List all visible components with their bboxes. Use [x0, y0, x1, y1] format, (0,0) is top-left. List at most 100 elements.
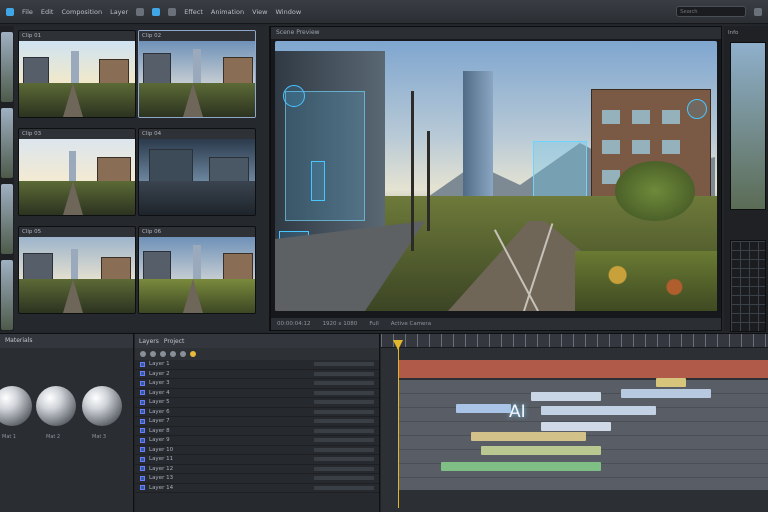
visibility-checkbox[interactable]: [140, 466, 145, 472]
toggle-icon[interactable]: [160, 351, 166, 357]
timeline-clip[interactable]: [531, 392, 601, 401]
search-input[interactable]: [676, 6, 746, 17]
visibility-checkbox[interactable]: [140, 399, 145, 405]
timecode-readout: 00:00:04:12: [277, 321, 311, 327]
visibility-checkbox[interactable]: [140, 380, 145, 386]
mini-thumb[interactable]: [1, 108, 13, 178]
layer-row[interactable]: Layer 13: [135, 474, 379, 484]
viewer-title: Scene Preview: [271, 27, 721, 39]
visibility-checkbox[interactable]: [140, 418, 145, 424]
grid-preview[interactable]: [730, 240, 766, 332]
menu-composition[interactable]: Composition: [61, 8, 102, 16]
app-icon[interactable]: [6, 7, 14, 16]
timeline-clip[interactable]: [541, 422, 611, 431]
tab-project[interactable]: Project: [164, 338, 185, 345]
timeline-clip[interactable]: [441, 462, 601, 471]
menu-effect[interactable]: Effect: [184, 8, 203, 16]
visibility-checkbox[interactable]: [140, 390, 145, 396]
material-sphere[interactable]: [0, 386, 32, 426]
tool-select-icon[interactable]: [136, 7, 145, 16]
layer-bar: [314, 409, 374, 414]
menu-edit[interactable]: Edit: [41, 8, 54, 16]
timeline-clip[interactable]: [481, 446, 601, 455]
layer-name: Layer 5: [149, 399, 170, 406]
material-sphere[interactable]: [36, 386, 76, 426]
settings-icon[interactable]: [754, 7, 762, 16]
layer-row[interactable]: Layer 8: [135, 427, 379, 436]
visibility-checkbox[interactable]: [140, 371, 145, 377]
timeline-ruler[interactable]: [381, 334, 768, 348]
mini-thumb[interactable]: [1, 184, 13, 254]
ai-overlay-label: AI: [509, 402, 526, 422]
layer-name: Layer 10: [149, 446, 174, 453]
thumbnail-card[interactable]: Clip 03: [18, 128, 136, 216]
layer-row[interactable]: Layer 7: [135, 417, 379, 427]
visibility-checkbox[interactable]: [140, 485, 145, 491]
camera-readout[interactable]: Active Camera: [391, 318, 431, 330]
menu-view[interactable]: View: [252, 8, 267, 16]
tool-move-icon[interactable]: [152, 7, 161, 16]
thumbnail-caption: Clip 02: [139, 31, 255, 41]
layer-name: Layer 9: [149, 437, 170, 444]
quality-readout[interactable]: Full: [369, 318, 378, 330]
layer-row[interactable]: Layer 5: [135, 398, 379, 408]
timeline-clip[interactable]: [541, 406, 656, 415]
layer-row[interactable]: Layer 9: [135, 436, 379, 446]
keyframe-icon[interactable]: [190, 351, 196, 357]
visibility-checkbox[interactable]: [140, 456, 145, 462]
layer-name: Layer 2: [149, 370, 170, 377]
toggle-icon[interactable]: [140, 351, 146, 357]
toggle-icon[interactable]: [150, 351, 156, 357]
thumbnail-caption: Clip 06: [139, 227, 255, 237]
thumbnail-image: [139, 41, 255, 117]
layer-row[interactable]: Layer 12: [135, 465, 379, 474]
resolution-readout[interactable]: 1920 x 1080: [323, 318, 358, 330]
layer-bar: [314, 371, 374, 376]
timeline-clip[interactable]: [621, 389, 711, 398]
layer-row[interactable]: Layer 11: [135, 455, 379, 465]
layer-row[interactable]: Layer 3: [135, 379, 379, 389]
material-sphere[interactable]: [82, 386, 122, 426]
bottom-dock: Materials Mat 1 Mat 2 Mat 3 Layers Proje…: [0, 333, 768, 512]
timeline-clip[interactable]: [656, 378, 686, 387]
scene-preview-image[interactable]: [275, 41, 717, 311]
layer-row[interactable]: Layer 6: [135, 408, 379, 417]
tool-rotate-icon[interactable]: [168, 7, 177, 16]
thumbnail-caption: Clip 03: [19, 129, 135, 139]
layer-name: Layer 11: [149, 456, 174, 463]
thumbnail-card[interactable]: Clip 04: [138, 128, 256, 216]
thumbnail-caption: Clip 01: [19, 31, 135, 41]
visibility-checkbox[interactable]: [140, 475, 145, 481]
mini-thumb[interactable]: [1, 32, 13, 102]
timeline-panel: AI: [381, 334, 768, 512]
toggle-icon[interactable]: [170, 351, 176, 357]
visibility-checkbox[interactable]: [140, 428, 145, 434]
layer-row[interactable]: Layer 1: [135, 360, 379, 370]
side-thumbnail[interactable]: [730, 42, 766, 210]
visibility-checkbox[interactable]: [140, 437, 145, 443]
layer-bar: [314, 485, 374, 490]
menu-window[interactable]: Window: [276, 8, 302, 16]
toggle-icon[interactable]: [180, 351, 186, 357]
menu-file[interactable]: File: [22, 8, 33, 16]
thumbnail-card[interactable]: Clip 02: [138, 30, 256, 118]
timeline-clip[interactable]: [471, 432, 586, 441]
tab-layers[interactable]: Layers: [139, 338, 159, 345]
timeline-track-highlight[interactable]: [399, 360, 768, 378]
menu-layer[interactable]: Layer: [110, 8, 128, 16]
top-toolbar: File Edit Composition Layer Effect Anima…: [0, 0, 768, 24]
layer-row[interactable]: Layer 4: [135, 389, 379, 398]
layer-bar: [314, 447, 374, 452]
thumbnail-card[interactable]: Clip 06: [138, 226, 256, 314]
thumbnail-card[interactable]: Clip 05: [18, 226, 136, 314]
layer-row[interactable]: Layer 10: [135, 446, 379, 455]
layer-row[interactable]: Layer 2: [135, 370, 379, 379]
visibility-checkbox[interactable]: [140, 361, 145, 367]
visibility-checkbox[interactable]: [140, 409, 145, 415]
visibility-checkbox[interactable]: [140, 447, 145, 453]
thumbnail-card[interactable]: Clip 01: [18, 30, 136, 118]
layer-row[interactable]: Layer 14: [135, 484, 379, 493]
menu-animation[interactable]: Animation: [211, 8, 244, 16]
timeline-clip[interactable]: [456, 404, 511, 413]
mini-thumb[interactable]: [1, 260, 13, 330]
